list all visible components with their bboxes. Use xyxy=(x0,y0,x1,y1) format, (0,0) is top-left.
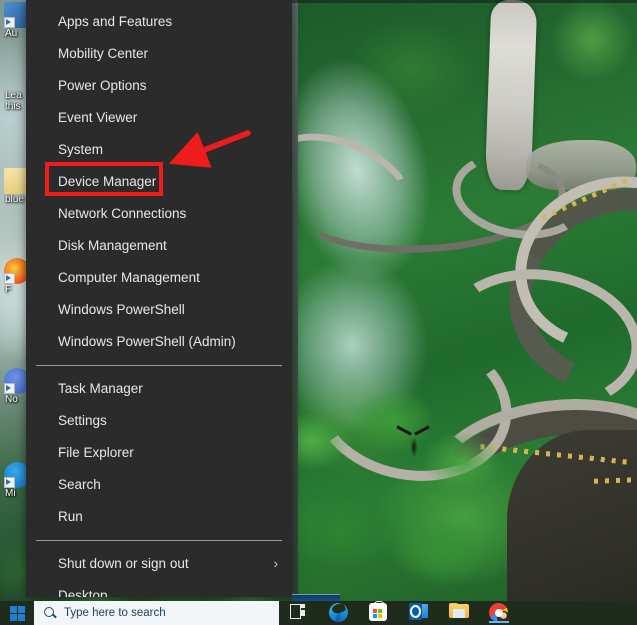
menu-item-label: Windows PowerShell xyxy=(58,302,185,317)
menu-item-windows-powershell-admin[interactable]: Windows PowerShell (Admin) xyxy=(26,326,292,358)
menu-item-search[interactable]: Search xyxy=(26,469,292,501)
start-button[interactable] xyxy=(0,601,34,625)
wallpaper-mountain-road-photo xyxy=(292,0,637,601)
menu-item-label: Mobility Center xyxy=(58,46,149,61)
menu-item-label: Settings xyxy=(58,413,107,428)
menu-item-apps-and-features[interactable]: Apps and Features xyxy=(26,6,292,38)
taskbar: Type here to search xyxy=(0,600,637,625)
menu-item-power-options[interactable]: Power Options xyxy=(26,70,292,102)
microsoft-store-icon xyxy=(369,600,387,621)
menu-item-label: Task Manager xyxy=(58,381,143,396)
menu-item-label: Run xyxy=(58,509,83,524)
menu-item-label: Computer Management xyxy=(58,270,200,285)
menu-item-label: Windows PowerShell (Admin) xyxy=(58,334,236,349)
menu-item-label: Event Viewer xyxy=(58,110,138,125)
microsoft-edge-button[interactable] xyxy=(329,603,349,623)
menu-item-label: Network Connections xyxy=(58,206,187,221)
menu-item-event-viewer[interactable]: Event Viewer xyxy=(26,102,292,134)
folder-icon xyxy=(449,603,469,619)
menu-item-disk-management[interactable]: Disk Management xyxy=(26,230,292,262)
menu-item-label: Disk Management xyxy=(58,238,167,253)
search-placeholder: Type here to search xyxy=(64,607,166,619)
menu-item-label: Device Manager xyxy=(58,174,157,189)
menu-item-label: Power Options xyxy=(58,78,147,93)
menu-item-label: Shut down or sign out xyxy=(58,556,189,571)
menu-item-label: System xyxy=(58,142,104,157)
menu-item-task-manager[interactable]: Task Manager xyxy=(26,373,292,405)
chrome-icon xyxy=(489,603,510,624)
taskbar-icons xyxy=(279,600,637,625)
menu-separator-2 xyxy=(36,540,282,541)
windows-logo-icon xyxy=(9,605,25,621)
chevron-right-icon: › xyxy=(273,556,278,571)
menu-item-mobility-center[interactable]: Mobility Center xyxy=(26,38,292,70)
menu-item-computer-management[interactable]: Computer Management xyxy=(26,262,292,294)
outlook-icon xyxy=(409,603,428,620)
menu-item-network-connections[interactable]: Network Connections xyxy=(26,198,292,230)
menu-item-label: File Explorer xyxy=(58,445,134,460)
menu-item-label: Search xyxy=(58,477,101,492)
menu-item-device-manager[interactable]: Device Manager xyxy=(26,166,292,198)
menu-item-shut-down-or-sign-out[interactable]: Shut down or sign out › xyxy=(26,548,292,580)
menu-item-run[interactable]: Run xyxy=(26,501,292,533)
taskbar-search-input[interactable]: Type here to search xyxy=(34,601,279,625)
file-explorer-button[interactable] xyxy=(449,603,469,623)
menu-item-label: Desktop xyxy=(58,588,108,597)
active-app-indicator xyxy=(489,621,509,623)
winx-power-user-menu: Apps and Features Mobility Center Power … xyxy=(26,0,292,597)
task-view-button[interactable] xyxy=(289,603,309,623)
task-view-icon xyxy=(289,603,307,619)
menu-item-label: Apps and Features xyxy=(58,14,173,29)
microsoft-store-button[interactable] xyxy=(369,600,389,623)
screen: Au Lea this blue F No Mi Apps and Featur… xyxy=(0,0,637,625)
menu-item-settings[interactable]: Settings xyxy=(26,405,292,437)
menu-item-system[interactable]: System xyxy=(26,134,292,166)
search-icon xyxy=(42,605,58,621)
outlook-button[interactable] xyxy=(409,603,429,623)
google-chrome-button[interactable] xyxy=(489,603,510,624)
edge-icon xyxy=(329,603,348,622)
menu-item-file-explorer[interactable]: File Explorer xyxy=(26,437,292,469)
menu-item-windows-powershell[interactable]: Windows PowerShell xyxy=(26,294,292,326)
menu-item-desktop[interactable]: Desktop xyxy=(26,580,292,597)
menu-separator-1 xyxy=(36,365,282,366)
